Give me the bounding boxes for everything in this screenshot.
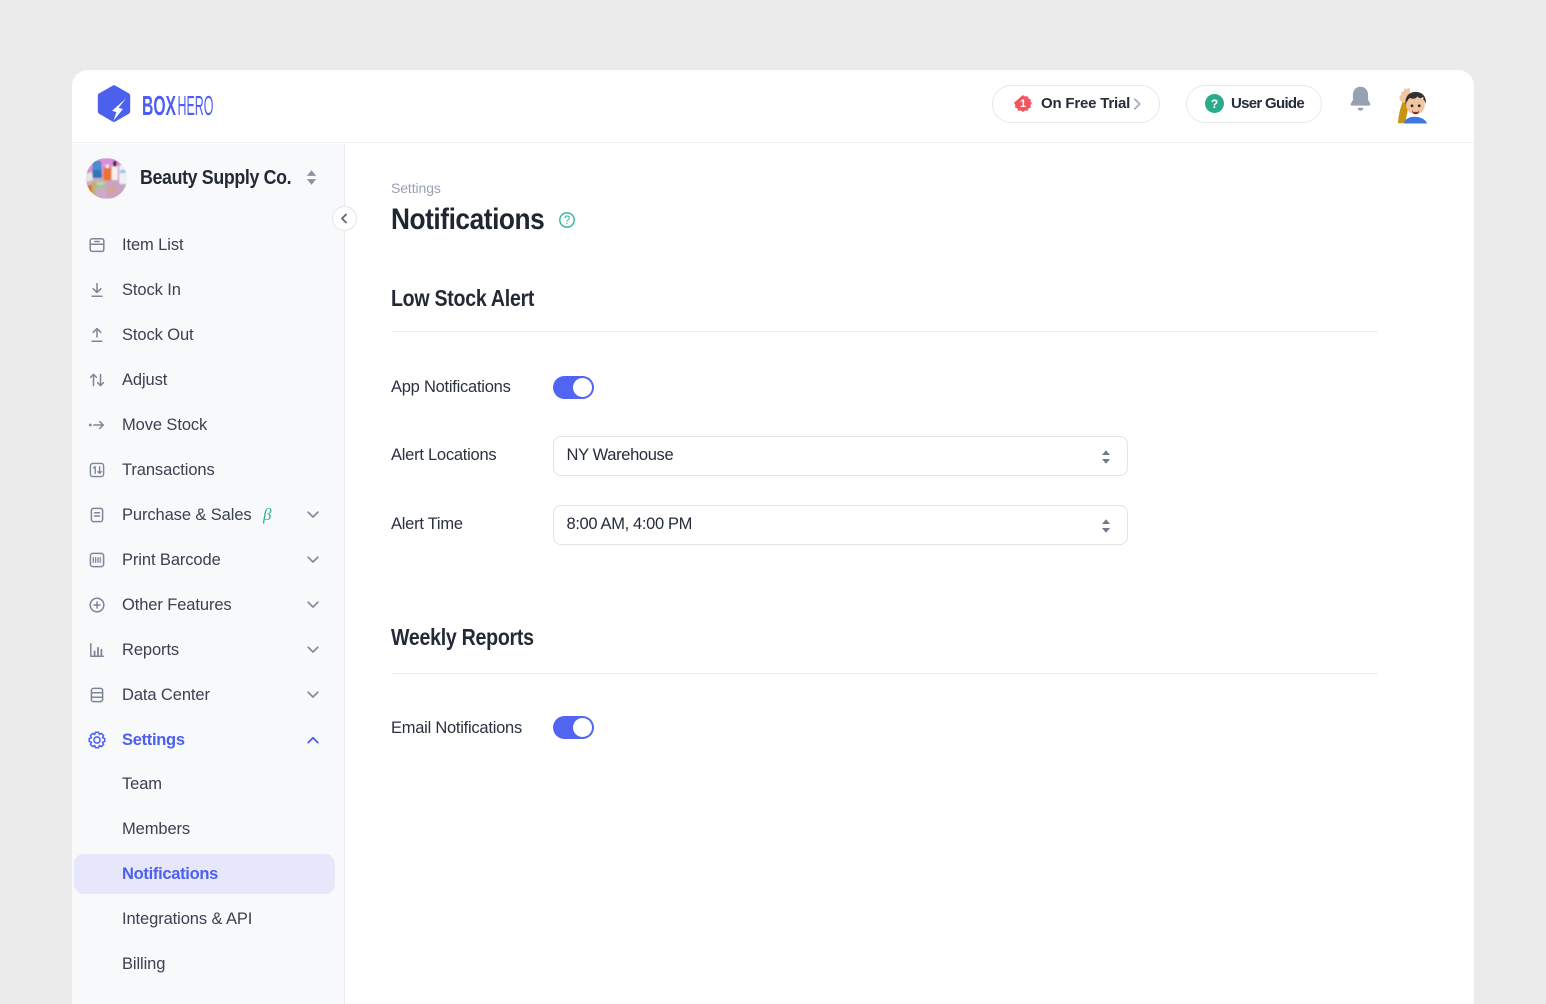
svg-text:1: 1 (1020, 98, 1026, 110)
svg-text:HERO: HERO (178, 95, 214, 117)
svg-text:?: ? (564, 215, 570, 227)
svg-text:?: ? (1211, 97, 1218, 111)
svg-text:BOX: BOX (142, 95, 176, 117)
